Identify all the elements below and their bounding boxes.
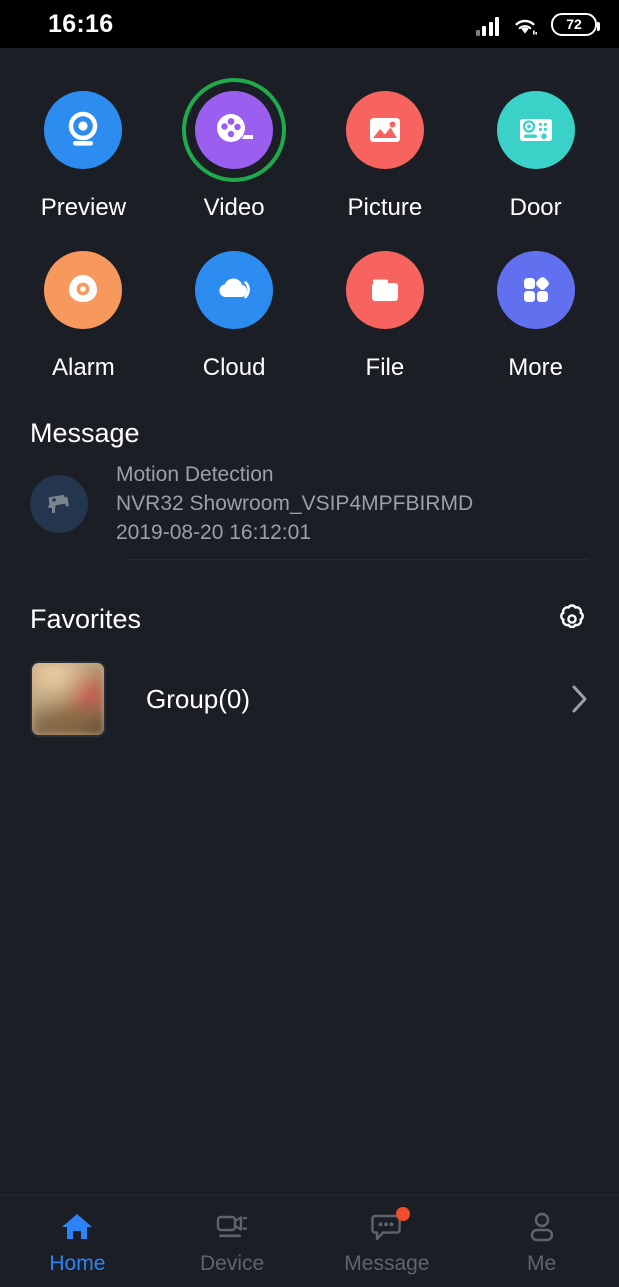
showroom-thumbnail [30,661,106,737]
alarm-icon [44,251,123,329]
favorites-section: Favorites Group(0) [0,600,619,737]
message-text-block: Motion Detection NVR32 Showroom_VSIP4MPF… [116,463,473,545]
message-section-header: Message [0,418,619,449]
shortcut-picture[interactable]: Picture [310,78,461,222]
device-icon [213,1208,251,1246]
shortcut-video[interactable]: Video [159,78,310,222]
shortcut-more[interactable]: More [460,238,611,382]
status-bar: 16:16 72 [0,0,619,48]
message-section: Message Motion Detection NVR32 Showroom_… [0,418,619,560]
shortcut-grid: Preview Video Picture Door Alarm Cloud F… [0,48,619,382]
favorites-section-header: Favorites [0,600,619,639]
door-station-icon [496,91,575,169]
nav-label: Message [344,1251,430,1275]
app-root: 16:16 72 Preview Video Picture Door Alar… [0,0,619,1287]
shortcut-file[interactable]: File [310,238,461,382]
signal-bars-icon [475,16,499,36]
shortcut-label: Video [203,194,265,221]
status-indicators: 72 [475,12,600,36]
home-icon [58,1208,96,1246]
nav-item-me[interactable]: Me [464,1208,619,1276]
shortcut-cloud[interactable]: Cloud [159,238,310,382]
bottom-navigation: Home Device Message Me [0,1195,619,1287]
battery-level: 72 [566,16,582,32]
shortcut-label: Alarm [52,354,115,381]
shortcut-label: Cloud [202,354,266,381]
nav-label: Device [200,1251,265,1275]
folder-icon [345,251,424,329]
shortcut-label: Door [509,194,562,221]
message-divider [128,559,589,560]
nav-item-home[interactable]: Home [0,1208,155,1276]
nav-item-device[interactable]: Device [155,1208,310,1276]
favorites-section-title: Favorites [30,604,142,634]
battery-icon: 72 [551,12,600,36]
message-badge [395,1206,410,1221]
favorites-group-item[interactable]: Group(0) [0,639,619,737]
grid-dots-icon [496,251,575,329]
nav-item-message[interactable]: Message [310,1206,465,1276]
favorites-group-name: Group(0) [146,683,251,714]
message-timestamp: 2019-08-20 16:12:01 [116,521,311,544]
wifi-icon [512,16,538,36]
webcam-icon [44,91,123,169]
chevron-right-icon [571,683,589,715]
shortcut-label: Picture [347,194,423,221]
shortcut-preview[interactable]: Preview [8,78,159,222]
status-clock: 16:16 [48,9,114,38]
cctv-camera-icon [30,475,88,533]
message-icon [368,1206,410,1246]
selection-ring [182,78,287,182]
shortcut-label: More [508,354,563,381]
message-device: NVR32 Showroom_VSIP4MPFBIRMD [116,492,474,515]
shortcut-door[interactable]: Door [460,78,611,222]
cloud-icon [195,251,274,329]
person-icon [523,1208,561,1246]
shortcut-alarm[interactable]: Alarm [8,238,159,382]
shortcut-label: File [365,354,405,381]
shortcut-label: Preview [40,194,127,221]
message-list-item[interactable]: Motion Detection NVR32 Showroom_VSIP4MPF… [0,449,619,545]
message-event: Motion Detection [116,463,274,486]
film-reel-icon [195,91,274,169]
nav-label: Me [527,1251,557,1275]
nav-label: Home [49,1251,106,1275]
message-section-title: Message [30,418,140,448]
image-icon [345,91,424,169]
gear-icon[interactable] [555,600,589,639]
